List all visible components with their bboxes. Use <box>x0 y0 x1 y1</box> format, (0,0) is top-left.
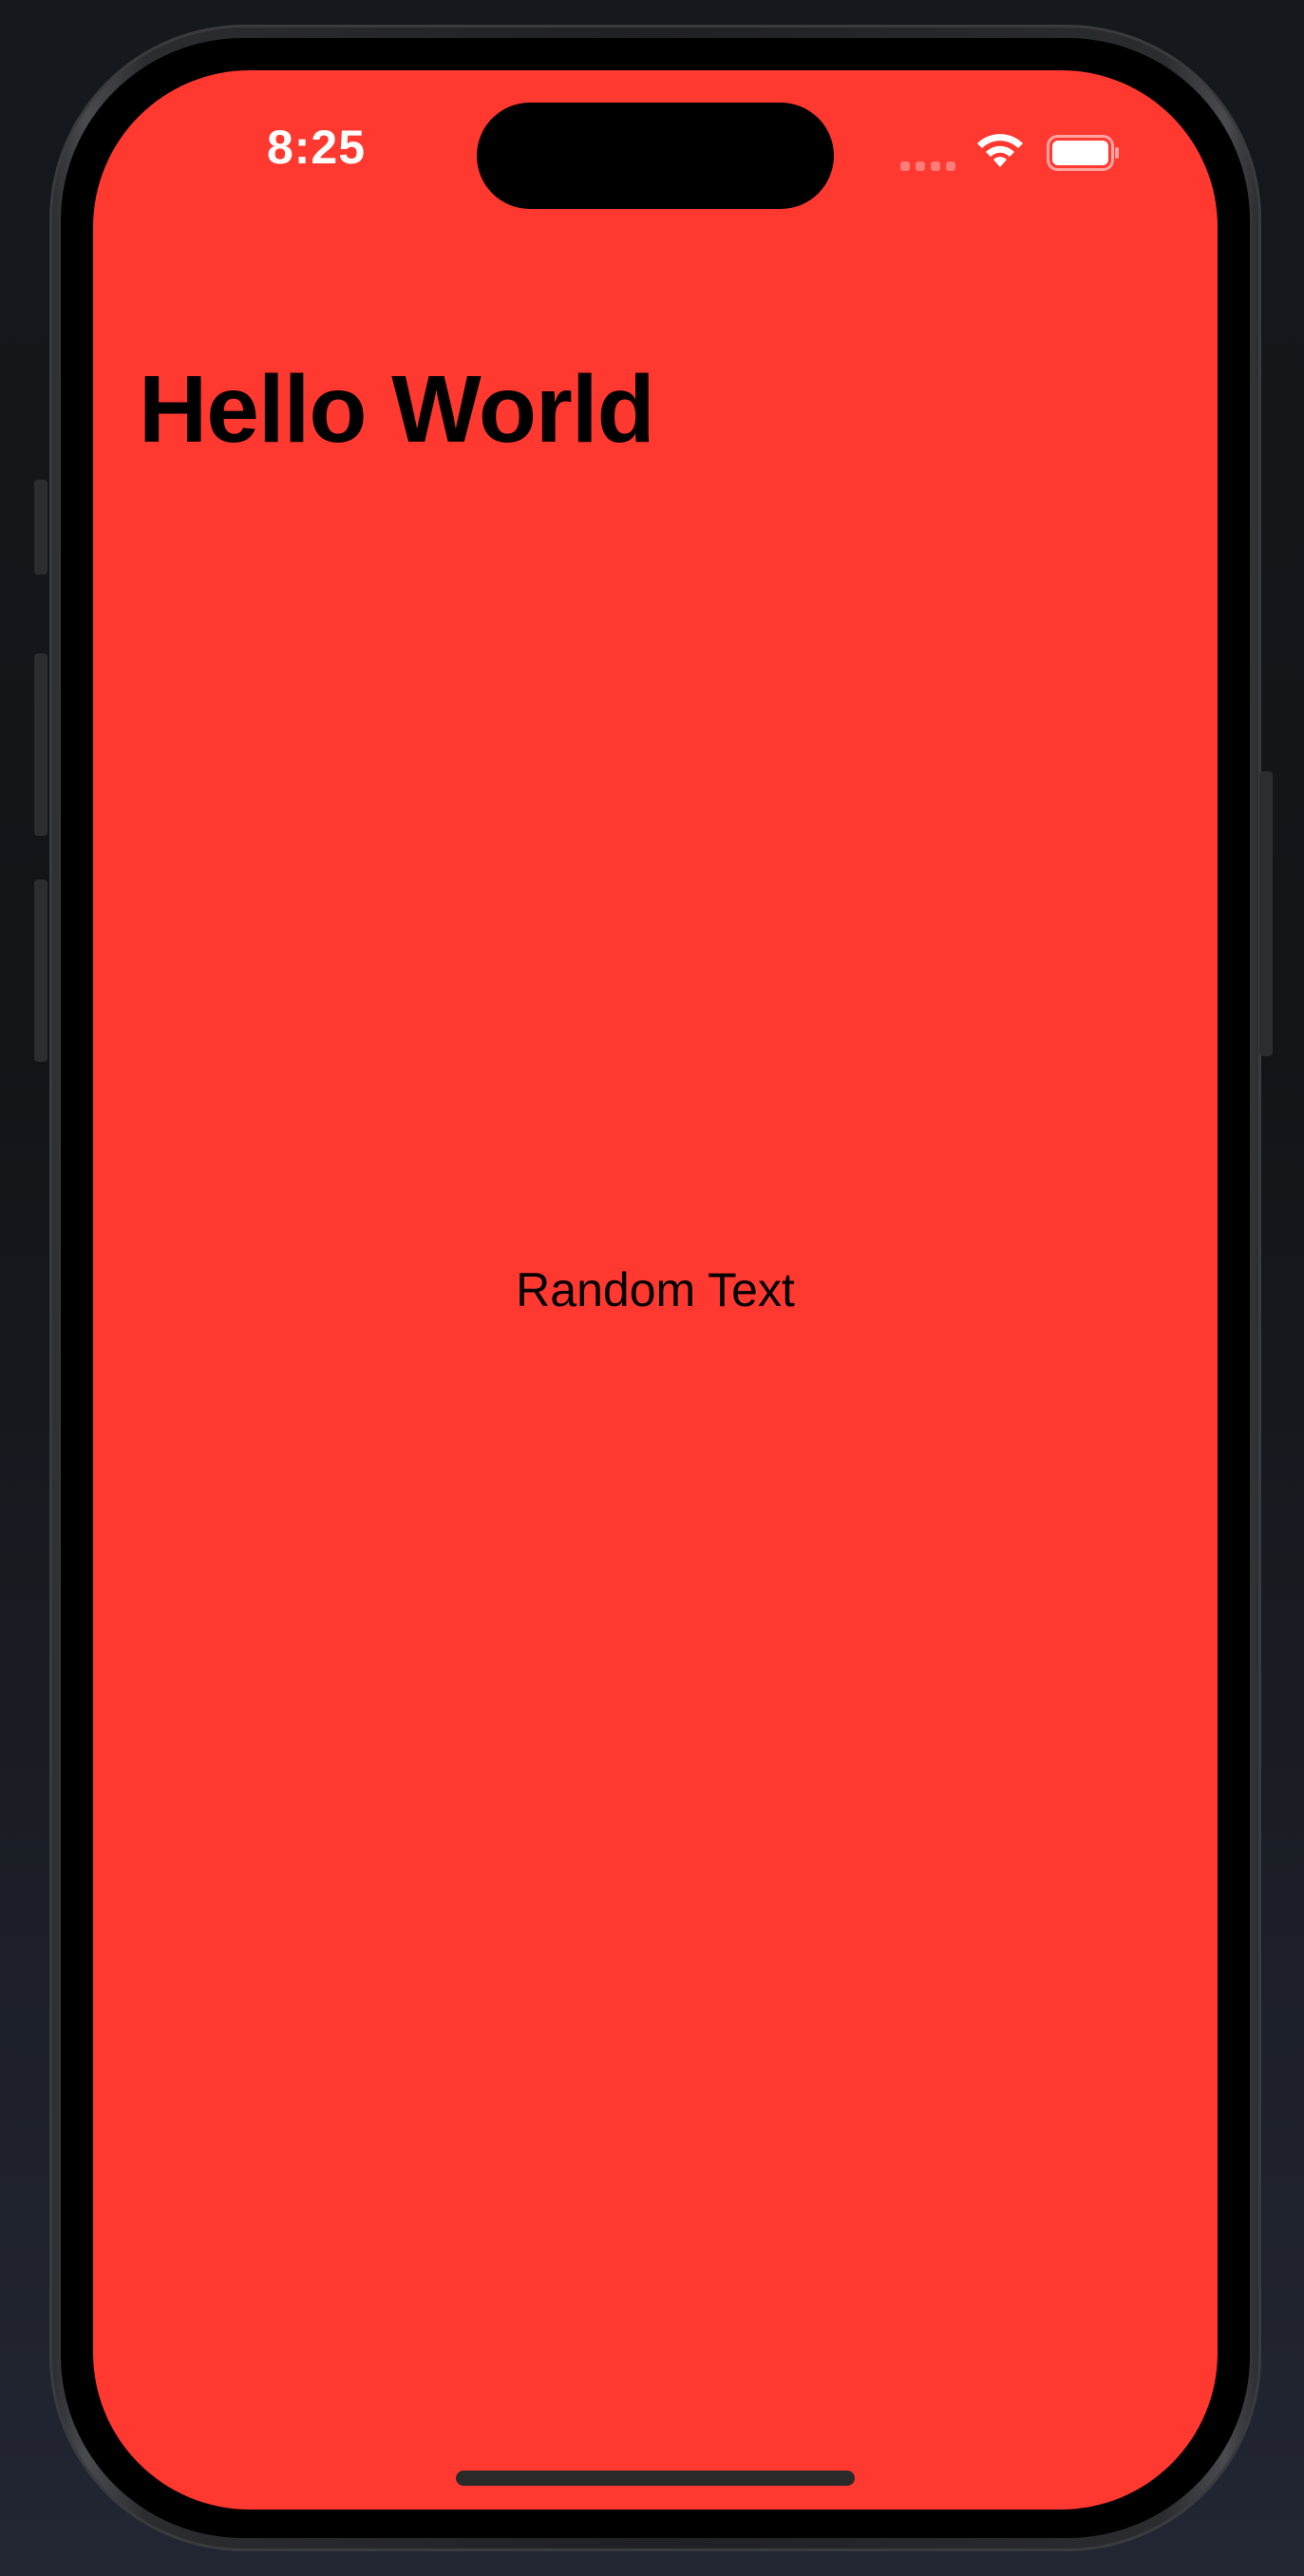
action-button <box>34 480 47 575</box>
dynamic-island <box>477 103 834 209</box>
page-title: Hello World <box>139 356 655 463</box>
battery-icon <box>1047 135 1119 171</box>
phone-bezel: 8:25 Hello World Random Text <box>61 38 1250 2538</box>
volume-up-button <box>34 653 47 836</box>
status-time: 8:25 <box>266 121 367 174</box>
app-screen: 8:25 Hello World Random Text <box>93 70 1218 2510</box>
body-text: Random Text <box>516 1263 795 1316</box>
volume-down-button <box>34 880 47 1062</box>
cellular-signal-icon <box>900 161 959 175</box>
wifi-icon <box>977 134 1023 167</box>
power-button <box>1259 771 1273 1056</box>
home-indicator[interactable] <box>456 2471 855 2486</box>
